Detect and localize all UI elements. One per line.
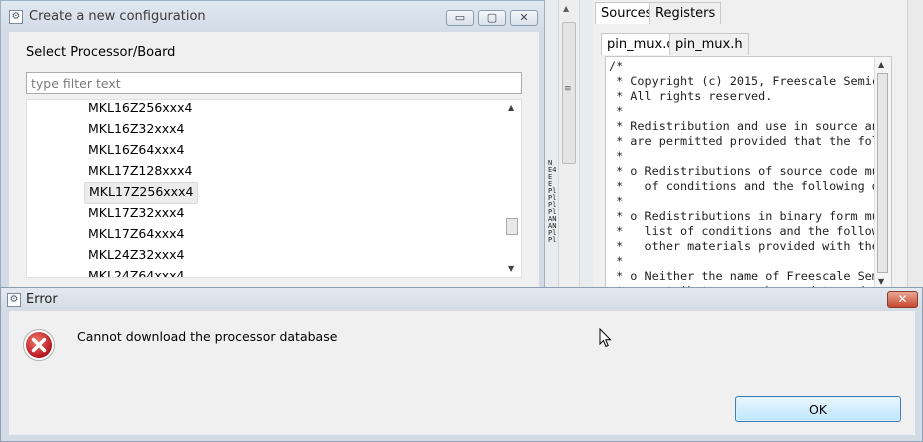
error-dialog-titlebar[interactable]: ⚙ Error ✕ — [1, 288, 922, 311]
ok-button[interactable]: OK — [735, 396, 901, 422]
list-item[interactable]: MKL17Z32xxx4 — [84, 203, 188, 223]
select-processor-label: Select Processor/Board — [26, 45, 176, 60]
right-edge-panel — [907, 0, 923, 290]
list-item[interactable]: MKL16Z32xxx4 — [84, 119, 188, 139]
error-dialog-title: Error — [26, 292, 58, 307]
app-icon: ⚙ — [9, 10, 23, 24]
error-dialog: ⚙ Error ✕ Cannot download the processor … — [0, 287, 923, 442]
scroll-up-arrow-icon[interactable]: ▲ — [508, 103, 514, 112]
scroll-down-arrow-icon[interactable]: ▼ — [508, 264, 514, 273]
list-item[interactable]: MKL17Z64xxx4 — [84, 224, 188, 244]
scroll-up-arrow-icon[interactable]: ▲ — [563, 4, 569, 13]
maximize-button[interactable]: ▢ — [478, 10, 506, 26]
background-vertical-scrollbar[interactable]: ▲ ≡ — [558, 0, 580, 290]
processor-list-scrollbar[interactable]: ▲ ▼ — [504, 100, 521, 277]
list-item[interactable]: MKL16Z256xxx4 — [84, 100, 196, 118]
config-dialog-titlebar[interactable]: ⚙ Create a new configuration ▭ ▢ ✕ — [1, 1, 544, 32]
error-message: Cannot download the processor database — [77, 329, 338, 344]
list-item[interactable]: MKL24Z32xxx4 — [84, 245, 188, 265]
filter-input[interactable] — [26, 72, 522, 94]
background-strip-text: N E4 E E Pl Pl Pl Pl AN AN Pl Pl — [548, 160, 557, 244]
tab-pin-mux-h[interactable]: pin_mux.h — [669, 33, 749, 55]
list-item[interactable]: MKL17Z128xxx4 — [84, 161, 196, 181]
grip-icon: ≡ — [564, 84, 572, 94]
mouse-cursor-icon — [599, 328, 612, 348]
close-button[interactable]: ✕ — [510, 10, 538, 26]
processor-list: MKL16Z256xxx4 MKL16Z32xxx4 MKL16Z64xxx4 … — [26, 99, 522, 278]
list-item-selected[interactable]: MKL17Z256xxx4 — [84, 182, 199, 204]
scroll-up-arrow-icon[interactable]: ▲ — [878, 60, 884, 69]
tab-registers[interactable]: Registers — [649, 2, 722, 24]
scrollbar-thumb[interactable] — [506, 218, 518, 235]
scrollbar-thumb[interactable] — [877, 73, 888, 273]
app-icon: ⚙ — [7, 293, 21, 307]
list-item[interactable]: MKL16Z64xxx4 — [84, 140, 188, 160]
config-dialog-title: Create a new configuration — [29, 9, 206, 24]
list-item[interactable]: MKL24Z64xxx4 — [84, 266, 188, 277]
code-text: /* * Copyright (c) 2015, Freescale Semic… — [609, 59, 879, 289]
close-button[interactable]: ✕ — [887, 291, 918, 308]
scroll-down-arrow-icon[interactable]: ▼ — [878, 277, 884, 286]
minimize-button[interactable]: ▭ — [446, 10, 474, 26]
editor-scrollbar[interactable]: ▲ ▼ — [874, 57, 891, 289]
tab-pin-mux-c[interactable]: pin_mux.c — [601, 33, 680, 55]
error-icon — [23, 329, 55, 361]
code-editor[interactable]: /* * Copyright (c) 2015, Freescale Semic… — [605, 56, 892, 290]
